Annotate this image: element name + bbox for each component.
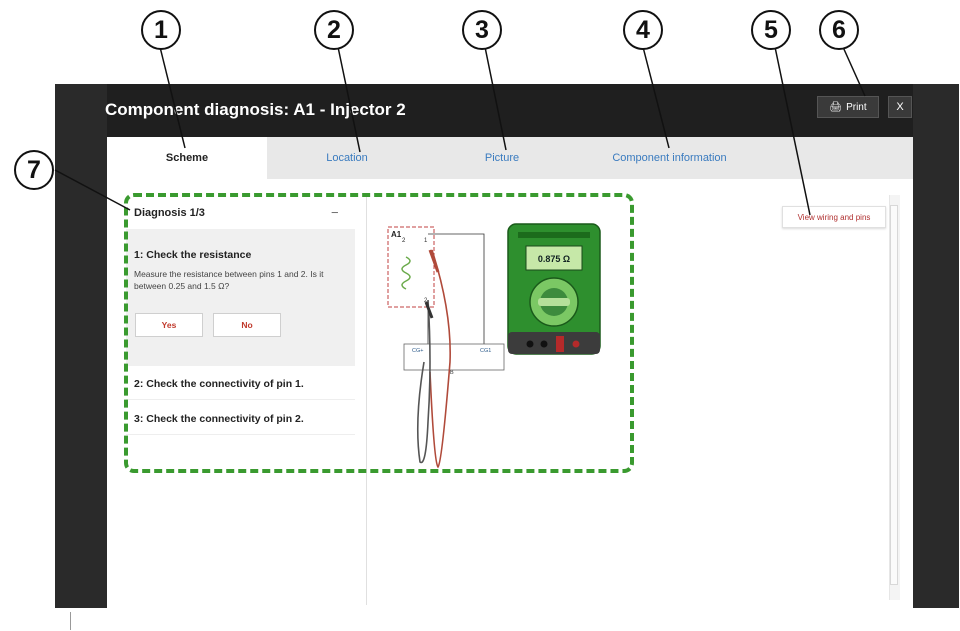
callout-6: 6 bbox=[819, 10, 859, 50]
tab-location[interactable]: Location bbox=[267, 137, 427, 179]
scrollbar-thumb[interactable] bbox=[890, 205, 898, 585]
print-button-label: Print bbox=[846, 101, 867, 113]
highlight-region-7 bbox=[124, 193, 634, 473]
callout-1: 1 bbox=[141, 10, 181, 50]
tab-picture[interactable]: Picture bbox=[427, 137, 577, 179]
callout-5: 5 bbox=[751, 10, 791, 50]
bottom-margin bbox=[0, 608, 960, 631]
callout-3: 3 bbox=[462, 10, 502, 50]
tab-scheme[interactable]: Scheme bbox=[107, 137, 267, 179]
print-button[interactable]: 🖨 Print bbox=[817, 96, 879, 118]
printer-icon: 🖨 bbox=[829, 101, 843, 113]
margin-marker bbox=[70, 612, 71, 630]
callout-7: 7 bbox=[14, 150, 54, 190]
close-button[interactable]: X bbox=[888, 96, 912, 118]
tab-component-information[interactable]: Component information bbox=[577, 137, 762, 179]
view-wiring-button[interactable]: View wiring and pins bbox=[782, 206, 886, 228]
dialog-title: Component diagnosis: A1 - Injector 2 bbox=[105, 100, 406, 119]
tab-unlabeled[interactable] bbox=[762, 137, 913, 179]
callout-4: 4 bbox=[623, 10, 663, 50]
callout-2: 2 bbox=[314, 10, 354, 50]
